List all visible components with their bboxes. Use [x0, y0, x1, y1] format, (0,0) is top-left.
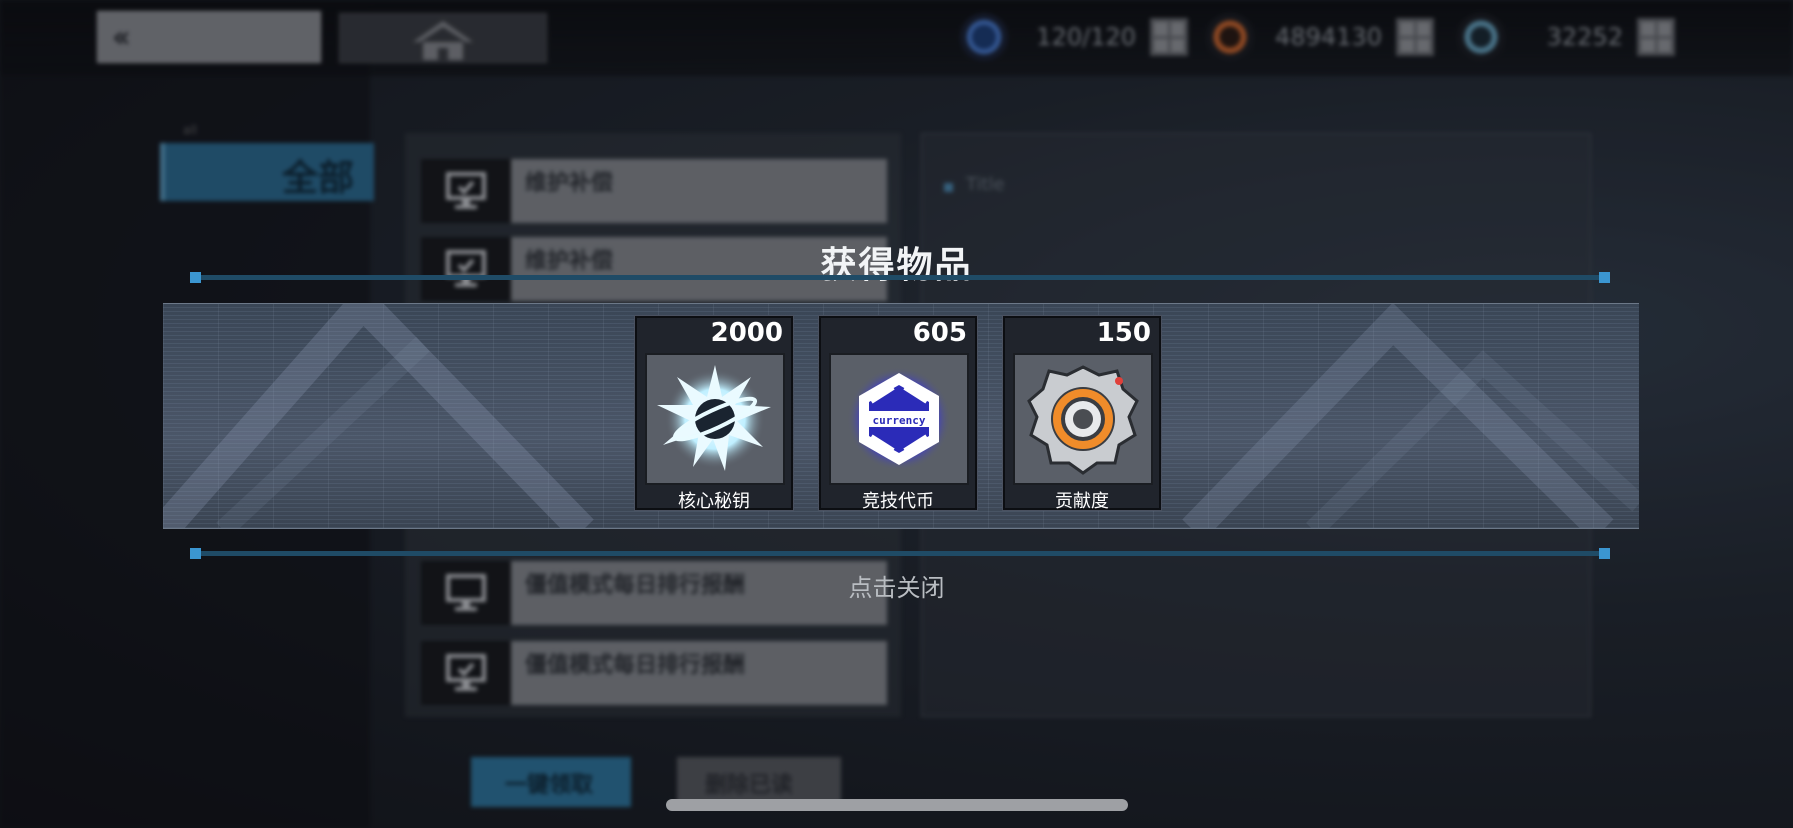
- game-screen: ‹‹ 120/120 4894130 32252 all 全部 维护补偿 维护补…: [0, 0, 1793, 828]
- reward-item-contribution[interactable]: 150 贡献度: [1003, 316, 1161, 512]
- divider-top: [190, 272, 1610, 283]
- item-name: 竞技代币: [862, 491, 934, 512]
- arena-currency-icon: currency: [829, 353, 969, 485]
- contribution-gear-icon: [1013, 353, 1153, 485]
- currency-icon-label: currency: [873, 414, 926, 427]
- reward-title: 获得物品: [820, 245, 973, 286]
- divider-bottom: [190, 548, 1610, 559]
- item-name: 核心秘钥: [678, 491, 750, 512]
- item-count: 2000: [710, 318, 783, 348]
- item-name: 贡献度: [1055, 491, 1109, 512]
- item-count: 150: [1096, 318, 1151, 348]
- item-count: 605: [912, 318, 967, 348]
- home-indicator[interactable]: [666, 799, 1128, 811]
- reward-item-core-key[interactable]: 2000 核心秘钥: [635, 316, 793, 512]
- core-key-icon: [645, 353, 785, 485]
- reward-item-arena-currency[interactable]: 605 currency 竞技代币: [819, 316, 977, 512]
- tap-to-close-hint[interactable]: 点击关闭: [0, 568, 1793, 603]
